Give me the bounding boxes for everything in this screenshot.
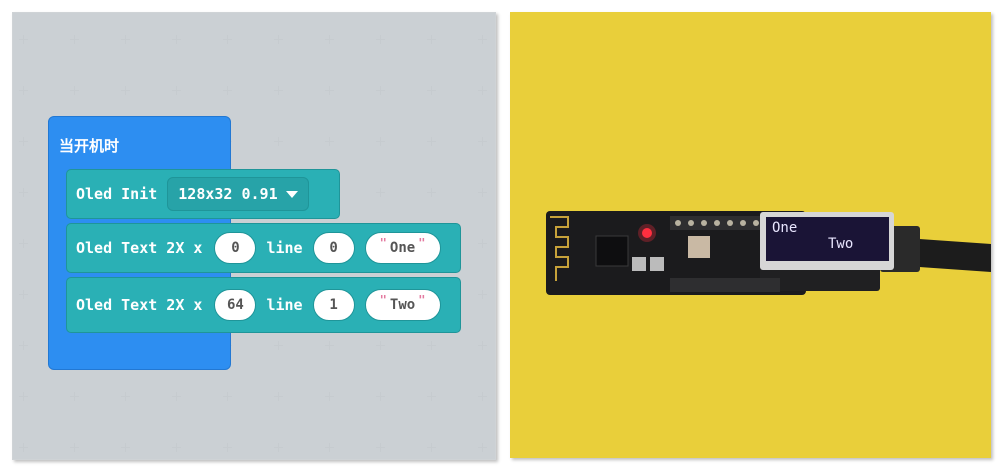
grid-plus-mark — [325, 137, 334, 146]
grid-plus-mark — [19, 137, 28, 146]
grid-plus-mark — [19, 35, 28, 44]
line-input[interactable]: 1 — [312, 289, 355, 321]
grid-plus-mark — [325, 341, 334, 350]
grid-plus-mark — [70, 443, 79, 452]
grid-plus-mark — [19, 239, 28, 248]
text-input[interactable]: " Two " — [364, 289, 441, 321]
device-photo: One Two — [510, 12, 991, 458]
text-input[interactable]: " One " — [364, 232, 441, 264]
oled-text-block-2[interactable]: Oled Text 2X x 64 line 1 " Two " — [66, 277, 461, 333]
oled-init-label: Oled Init — [76, 185, 158, 203]
chip — [595, 235, 629, 267]
text-value: One — [389, 240, 416, 256]
oled-init-block[interactable]: Oled Init 128x32 0.91 — [66, 169, 340, 219]
button — [632, 257, 646, 271]
block-editor-workspace[interactable]: 当开机时 Oled Init 128x32 0.91 Oled Text 2X … — [12, 12, 496, 460]
grid-plus-mark — [427, 137, 436, 146]
grid-plus-mark — [121, 392, 130, 401]
grid-plus-mark — [172, 392, 181, 401]
caret-down-icon — [285, 190, 298, 198]
grid-plus-mark — [325, 86, 334, 95]
line-value: 0 — [329, 240, 338, 256]
oled-text-label: Oled Text 2X x — [76, 296, 203, 314]
grid-plus-mark — [19, 188, 28, 197]
line-label: line — [266, 239, 303, 257]
grid-plus-mark — [478, 188, 487, 197]
grid-plus-mark — [478, 443, 487, 452]
oled-text-label: Oled Text 2X x — [76, 239, 203, 257]
oled-line-1: One — [772, 220, 798, 236]
grid-plus-mark — [478, 239, 487, 248]
grid-plus-mark — [70, 35, 79, 44]
grid-plus-mark — [427, 443, 436, 452]
grid-plus-mark — [478, 341, 487, 350]
grid-plus-mark — [478, 290, 487, 299]
grid-plus-mark — [19, 443, 28, 452]
grid-plus-mark — [376, 443, 385, 452]
grid-plus-mark — [376, 86, 385, 95]
grid-plus-mark — [325, 392, 334, 401]
x-value: 0 — [231, 240, 240, 256]
quote-close: " — [418, 293, 426, 307]
quote-open: " — [379, 236, 387, 250]
grid-plus-mark — [223, 392, 232, 401]
grid-plus-mark — [427, 86, 436, 95]
grid-plus-mark — [70, 392, 79, 401]
grid-plus-mark — [427, 35, 436, 44]
grid-plus-mark — [274, 137, 283, 146]
device-photo-drawing — [546, 211, 991, 295]
x-input[interactable]: 0 — [214, 232, 257, 264]
grid-plus-mark — [223, 86, 232, 95]
grid-plus-mark — [70, 86, 79, 95]
button — [650, 257, 664, 271]
grid-plus-mark — [376, 392, 385, 401]
grid-plus-mark — [478, 86, 487, 95]
grid-plus-mark — [325, 443, 334, 452]
grid-plus-mark — [427, 188, 436, 197]
quote-open: " — [379, 293, 387, 307]
x-input[interactable]: 64 — [214, 289, 257, 321]
grid-plus-mark — [223, 443, 232, 452]
oled-line-2: Two — [828, 236, 854, 252]
text-value: Two — [389, 297, 416, 313]
led-glow — [638, 224, 656, 242]
grid-plus-mark — [325, 35, 334, 44]
grid-plus-mark — [121, 86, 130, 95]
line-value: 1 — [329, 297, 338, 313]
component — [688, 236, 710, 258]
line-label: line — [266, 296, 303, 314]
grid-plus-mark — [376, 341, 385, 350]
grid-plus-mark — [274, 341, 283, 350]
grid-plus-mark — [274, 86, 283, 95]
grid-plus-mark — [223, 35, 232, 44]
oled-size-value: 128x32 0.91 — [178, 185, 278, 203]
grid-plus-mark — [478, 392, 487, 401]
grid-plus-mark — [427, 392, 436, 401]
x-value: 64 — [227, 297, 244, 313]
oled-text-block-1[interactable]: Oled Text 2X x 0 line 0 " One " — [66, 223, 461, 273]
grid-plus-mark — [172, 443, 181, 452]
grid-plus-mark — [376, 188, 385, 197]
grid-plus-mark — [172, 86, 181, 95]
grid-plus-mark — [376, 137, 385, 146]
grid-plus-mark — [274, 443, 283, 452]
grid-plus-mark — [274, 392, 283, 401]
grid-plus-mark — [121, 35, 130, 44]
oled-size-dropdown[interactable]: 128x32 0.91 — [167, 177, 309, 211]
grid-plus-mark — [19, 290, 28, 299]
grid-plus-mark — [478, 137, 487, 146]
grid-plus-mark — [19, 341, 28, 350]
grid-plus-mark — [19, 392, 28, 401]
grid-plus-mark — [121, 443, 130, 452]
grid-plus-mark — [19, 86, 28, 95]
grid-plus-mark — [172, 35, 181, 44]
line-input[interactable]: 0 — [312, 232, 355, 264]
grid-plus-mark — [478, 35, 487, 44]
on-start-label: 当开机时 — [59, 137, 120, 155]
grid-plus-mark — [274, 35, 283, 44]
grid-plus-mark — [427, 341, 436, 350]
quote-close: " — [418, 236, 426, 250]
grid-plus-mark — [376, 35, 385, 44]
